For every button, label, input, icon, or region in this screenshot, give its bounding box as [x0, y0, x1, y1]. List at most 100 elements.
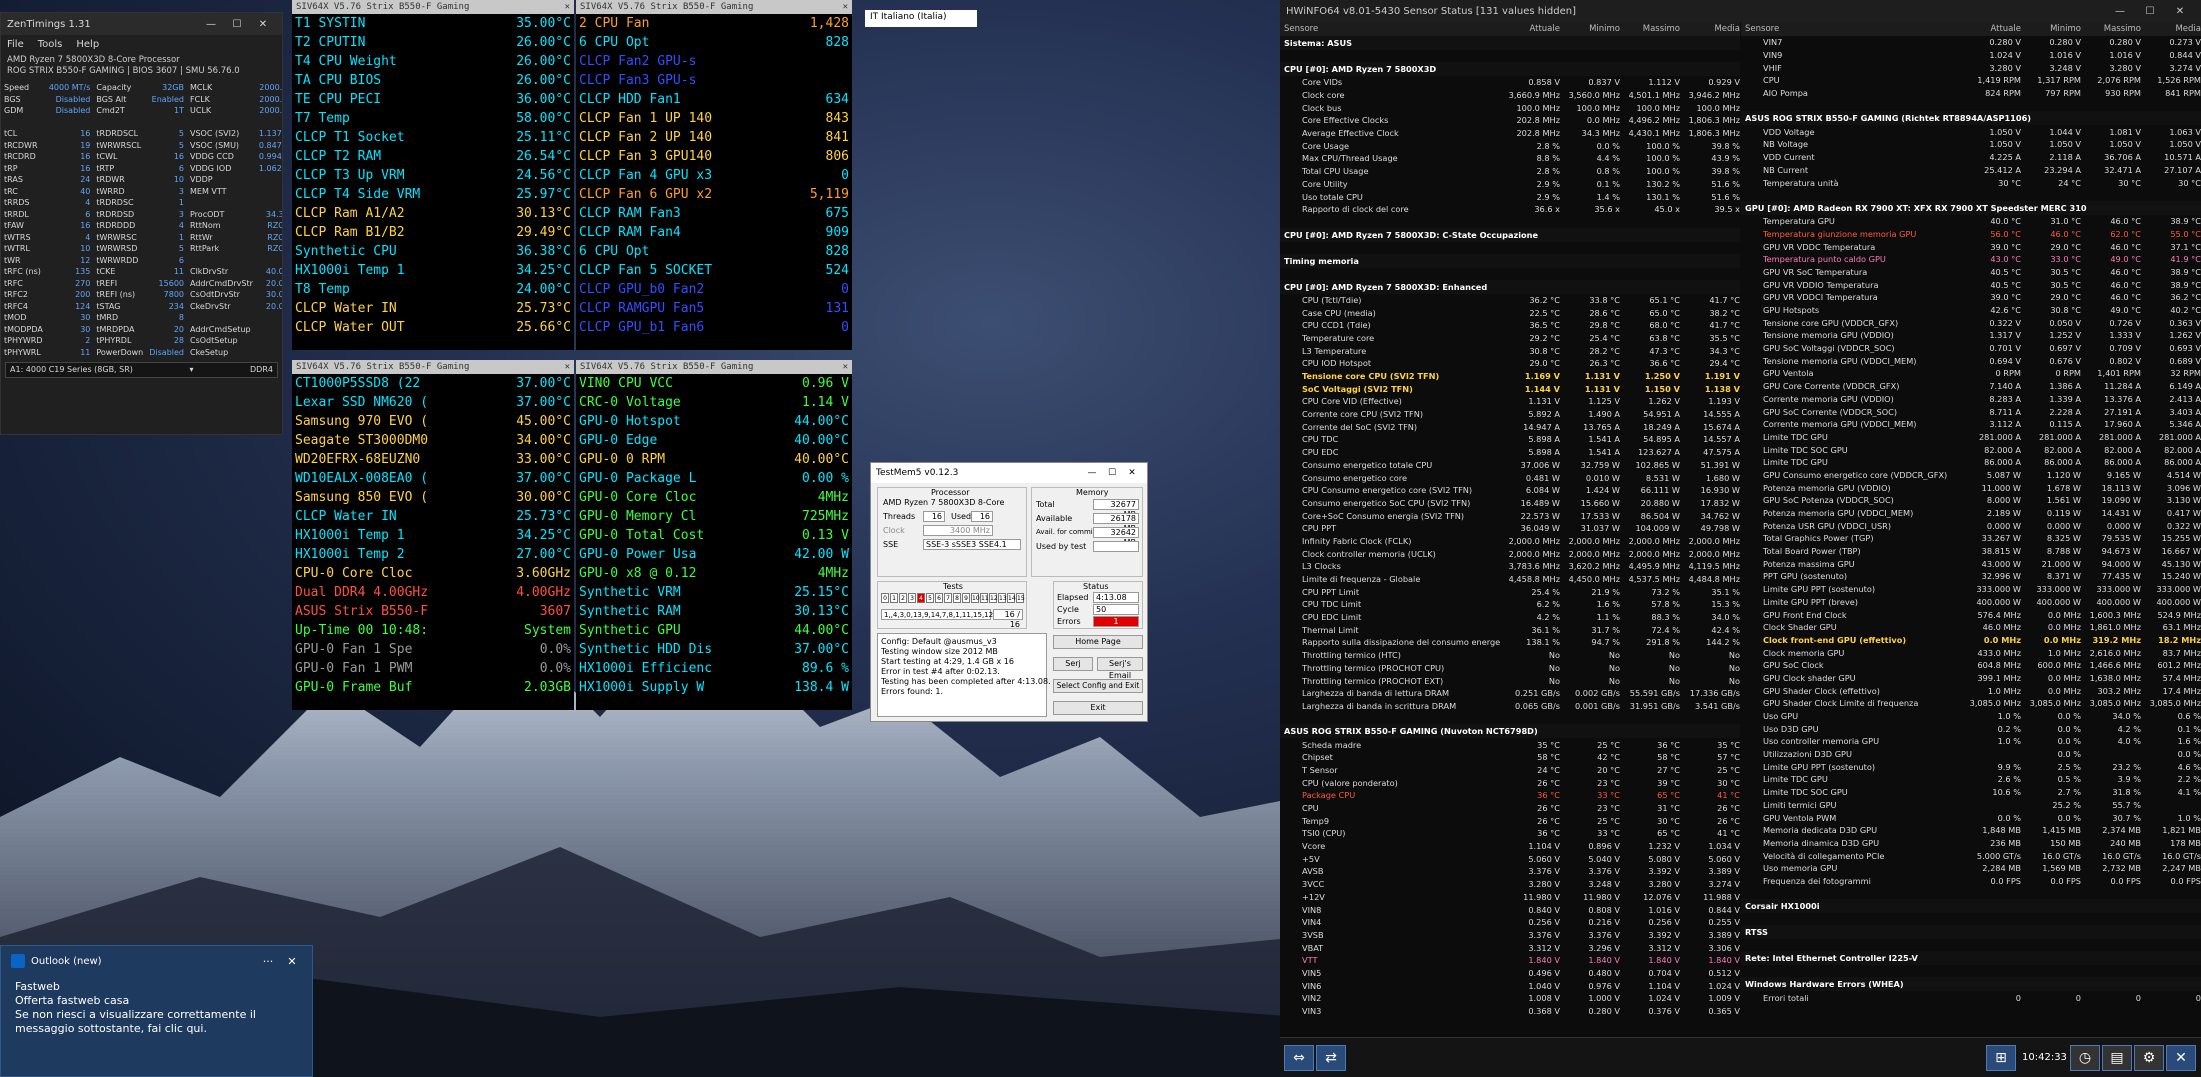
sensor-row[interactable]: Memoria dedicata D3D GPU 1,848 MB 1,415 MB… [1741, 824, 2201, 837]
sensor-row[interactable]: Total Graphics Power (TGP) 33.267 W 8.325 … [1741, 532, 2201, 545]
sensor-row[interactable]: Total Board Power (TBP) 38.815 W 8.788 W 94… [1741, 545, 2201, 558]
sensor-row[interactable]: Limite TDC GPU 2.6 % 0.5 % 3.9 % 2.2 % [1741, 773, 2201, 786]
sensor-row[interactable]: Core Utility 2.9 % 0.1 % 130.2 % 51.6 % [1280, 178, 1740, 191]
column-header[interactable]: Sensore [1741, 24, 1961, 34]
testmem5-titlebar[interactable]: TestMem5 v0.12.3 — ☐ ✕ [871, 463, 1147, 483]
sensor-row[interactable]: VIN4 0.256 V 0.216 V 0.256 V 0.255 V [1280, 916, 1740, 929]
sensor-group-header[interactable]: RTSS [1741, 925, 2201, 940]
sensor-row[interactable]: VDD Current 4.225 A 2.118 A 36.706 A 10.571 … [1741, 151, 2201, 164]
sensor-row[interactable]: Limite TDC GPU 86.000 A 86.000 A 86.000 A 86… [1741, 456, 2201, 469]
sensor-row[interactable]: Temperatura giunzione memoria GPU 56.0 °C… [1741, 228, 2201, 241]
sensor-row[interactable]: VIN9 1.024 V 1.016 V 1.016 V 0.844 V [1741, 49, 2201, 62]
sensor-row[interactable]: GPU Front End Clock 576.4 MHz 0.0 MHz 1,600… [1741, 608, 2201, 621]
select-config-button[interactable]: Select Config and Exit [1053, 679, 1143, 693]
sensor-row[interactable]: Clock bus 100.0 MHz 100.0 MHz 100.0 MHz 100.… [1280, 101, 1740, 114]
close-icon[interactable]: ✕ [565, 362, 570, 372]
siv-window-fans[interactable]: SIV64X V5.76 Strix B550-F Gaming ✕ 2 CPU F… [576, 0, 852, 350]
sensor-row[interactable]: CPU (valore ponderato) 26 °C 23 °C 39 °C 30 … [1280, 776, 1740, 789]
sensor-row[interactable]: VDD Voltage 1.050 V 1.044 V 1.081 V 1.063 V [1741, 125, 2201, 138]
siv-titlebar[interactable]: SIV64X V5.76 Strix B550-F Gaming ✕ [576, 0, 852, 14]
sensor-row[interactable]: Utilizzazioni D3D GPU 0.0 % 0.0 % [1741, 748, 2201, 761]
close-icon[interactable]: ✕ [843, 362, 848, 372]
testmem5-window[interactable]: TestMem5 v0.12.3 — ☐ ✕ Processor AMD Ryz… [870, 462, 1148, 722]
sensor-group-header[interactable]: Windows Hardware Errors (WHEA) [1741, 977, 2201, 992]
menu-tools[interactable]: Tools [38, 39, 63, 50]
sensor-row[interactable]: Limite GPU PPT (sostenuto) 9.9 % 2.5 % 23.2… [1741, 760, 2201, 773]
sensor-row[interactable]: +5V 5.060 V 5.040 V 5.080 V 5.060 V [1280, 852, 1740, 865]
sensor-row[interactable]: GPU SoC Potenza (VDDCR_SOC) 8.000 W 1.561 … [1741, 494, 2201, 507]
sensor-row[interactable]: GPU Shader Clock (effettivo) 1.0 MHz 0.0 M… [1741, 684, 2201, 697]
sensor-row[interactable]: Uso D3D GPU 0.2 % 0.0 % 4.2 % 0.1 % [1741, 722, 2201, 735]
sensor-row[interactable]: Thermal Limit 36.1 % 31.7 % 72.4 % 42.4 % [1280, 623, 1740, 636]
sensor-row[interactable]: Limite TDC GPU 281.000 A 281.000 A 281.000 … [1741, 431, 2201, 444]
sensor-row[interactable]: Velocità di collegamento PCIe 5.000 GT/s 1… [1741, 849, 2201, 862]
sensor-row[interactable]: Limite TDC SOC GPU 10.6 % 2.7 % 31.8 % 4.1 % [1741, 786, 2201, 799]
sensor-row[interactable]: Temperatura punto caldo GPU 43.0 °C 33.0 °… [1741, 253, 2201, 266]
sensor-row[interactable]: Core Usage 2.8 % 0.0 % 100.0 % 39.8 % [1280, 139, 1740, 152]
sensor-row[interactable]: Chipset 58 °C 42 °C 58 °C 57 °C [1280, 751, 1740, 764]
sensor-row[interactable]: VTT 1.840 V 1.840 V 1.840 V 1.840 V [1280, 954, 1740, 967]
sensor-row[interactable]: GPU VR SoC Temperatura 40.5 °C 30.5 °C 46.0… [1741, 266, 2201, 279]
sensor-group-header[interactable]: Timing memoria [1280, 253, 1740, 268]
sensor-row[interactable]: Limite di frequenza - Globale 4,458.8 MHz… [1280, 573, 1740, 586]
sensor-row[interactable]: GPU SoC Voltaggi (VDDCR_SOC) 0.701 V 0.697… [1741, 342, 2201, 355]
sensor-row[interactable]: Consumo energetico core 0.481 W 0.010 W 8.5… [1280, 471, 1740, 484]
sensor-row[interactable]: Tensione memoria GPU (VDDIO) 1.317 V 1.252… [1741, 329, 2201, 342]
column-header[interactable]: Attuale [1500, 24, 1560, 34]
minimize-icon[interactable]: — [2105, 6, 2135, 17]
sensor-group-header[interactable]: ASUS ROG STRIX B550-F GAMING (Richtek RT… [1741, 111, 2201, 126]
sensor-row[interactable]: VBAT 3.312 V 3.296 V 3.312 V 3.306 V [1280, 941, 1740, 954]
siv-window-temperatures[interactable]: SIV64X V5.76 Strix B550-F Gaming ✕ T1 SYST… [292, 0, 574, 350]
column-header[interactable]: Media [2141, 24, 2201, 34]
sensor-row[interactable]: GPU VR VDDIO Temperatura 40.5 °C 30.5 °C 46… [1741, 278, 2201, 291]
sensor-row[interactable]: Limite GPU PPT (sostenuto) 333.000 W 333.0… [1741, 583, 2201, 596]
sensor-row[interactable]: Uso memoria GPU 2,284 MB 1,569 MB 2,732 MB 2… [1741, 862, 2201, 875]
dimm-selector[interactable]: A1: 4000 C19 Series (8GB, SR) ▾ DDR4 [5, 362, 278, 378]
sensor-row[interactable]: Total CPU Usage 2.8 % 0.8 % 100.0 % 39.8 % [1280, 165, 1740, 178]
sensor-row[interactable]: GPU SoC Clock 604.8 MHz 600.0 MHz 1,466.6 M… [1741, 659, 2201, 672]
sensor-row[interactable]: Case CPU (media) 22.5 °C 28.6 °C 65.0 °C 38.… [1280, 306, 1740, 319]
sensor-row[interactable]: Potenza USR GPU (VDDCI_USR) 0.000 W 0.000 … [1741, 519, 2201, 532]
sensor-group-header[interactable]: Sistema: ASUS [1280, 36, 1740, 50]
clock-icon[interactable]: ◷ [2070, 1045, 2100, 1071]
sensor-row[interactable]: Limiti termici GPU 25.2 % 55.7 % [1741, 799, 2201, 812]
sensor-row[interactable]: CPU 1,419 RPM 1,317 RPM 2,076 RPM 1,526 RPM [1741, 74, 2201, 87]
sensor-row[interactable]: Clock core 3,660.9 MHz 3,560.0 MHz 4,501.1 … [1280, 89, 1740, 102]
sensor-row[interactable]: TSI0 (CPU) 36 °C 33 °C 65 °C 41 °C [1280, 827, 1740, 840]
sensor-row[interactable]: VIN5 0.496 V 0.480 V 0.704 V 0.512 V [1280, 967, 1740, 980]
siv-titlebar[interactable]: SIV64X V5.76 Strix B550-F Gaming ✕ [292, 360, 574, 374]
more-options-icon[interactable]: ··· [254, 955, 282, 968]
serj-button[interactable]: Serj [1053, 657, 1093, 671]
arrows-left-right-icon[interactable]: ⇔ [1284, 1045, 1314, 1071]
report-icon[interactable]: ▤ [2102, 1045, 2132, 1071]
sensor-row[interactable]: GPU Hotspots 42.6 °C 30.8 °C 49.0 °C 40.2 °C [1741, 304, 2201, 317]
sensor-row[interactable]: Scheda madre 35 °C 25 °C 36 °C 35 °C [1280, 738, 1740, 751]
sensor-row[interactable]: Temperatura GPU 40.0 °C 31.0 °C 46.0 °C 38.9… [1741, 215, 2201, 228]
hwinfo-window[interactable]: HWiNFO64 v8.01-5430 Sensor Status [131 v… [1280, 0, 2201, 1077]
sensor-row[interactable]: PPT GPU (sostenuto) 32.996 W 8.371 W 77.435… [1741, 570, 2201, 583]
close-icon[interactable]: ✕ [2165, 6, 2195, 17]
siv-titlebar[interactable]: SIV64X V5.76 Strix B550-F Gaming ✕ [292, 0, 574, 14]
siv-titlebar[interactable]: SIV64X V5.76 Strix B550-F Gaming ✕ [576, 360, 852, 374]
sensor-row[interactable]: CPU EDC 5.898 A 1.541 A 123.627 A 47.575 A [1280, 446, 1740, 459]
sensor-row[interactable]: Uso GPU 1.0 % 0.0 % 34.0 % 0.6 % [1741, 710, 2201, 723]
sensor-row[interactable]: T Sensor 24 °C 20 °C 27 °C 25 °C [1280, 764, 1740, 777]
sensor-row[interactable]: Average Effective Clock 202.8 MHz 34.3 MHz… [1280, 127, 1740, 140]
sensor-row[interactable]: Corrente core CPU (SVI2 TFN) 5.892 A 1.490… [1280, 408, 1740, 421]
sensor-row[interactable]: Consumo energetico totale CPU 37.006 W 32.… [1280, 459, 1740, 472]
sensor-row[interactable]: Uso totale CPU 2.9 % 1.4 % 130.1 % 51.6 % [1280, 190, 1740, 203]
sensor-row[interactable]: CPU TDC 5.898 A 1.541 A 54.895 A 14.557 A [1280, 433, 1740, 446]
sensor-row[interactable]: GPU Ventola PWM 0.0 % 0.0 % 30.7 % 1.0 % [1741, 811, 2201, 824]
sensor-row[interactable]: Clock memoria GPU 433.0 MHz 1.0 MHz 2,616.0… [1741, 646, 2201, 659]
sensor-row[interactable]: Clock Shader GPU 46.0 MHz 0.0 MHz 1,861.0 M… [1741, 621, 2201, 634]
menu-file[interactable]: File [7, 39, 24, 50]
sensor-group-header[interactable]: GPU [#0]: AMD Radeon RX 7900 XT: XFX RX … [1741, 200, 2201, 215]
sensor-row[interactable]: Vcore 1.104 V 0.896 V 1.232 V 1.034 V [1280, 840, 1740, 853]
sensor-row[interactable]: AIO Pompa 824 RPM 797 RPM 930 RPM 841 RPM [1741, 87, 2201, 100]
sensor-row[interactable]: Corrente del SoC (SVI2 TFN) 14.947 A 13.76… [1280, 420, 1740, 433]
serj-email-button[interactable]: Serj's Email [1097, 657, 1143, 680]
sensor-row[interactable]: Clock front-end GPU (effettivo) 0.0 MHz 0.… [1741, 634, 2201, 647]
sensor-row[interactable]: 3VSB 3.376 V 3.376 V 3.392 V 3.389 V [1280, 929, 1740, 942]
column-header[interactable]: Media [1680, 24, 1740, 34]
close-icon[interactable]: ✕ [1122, 468, 1142, 478]
